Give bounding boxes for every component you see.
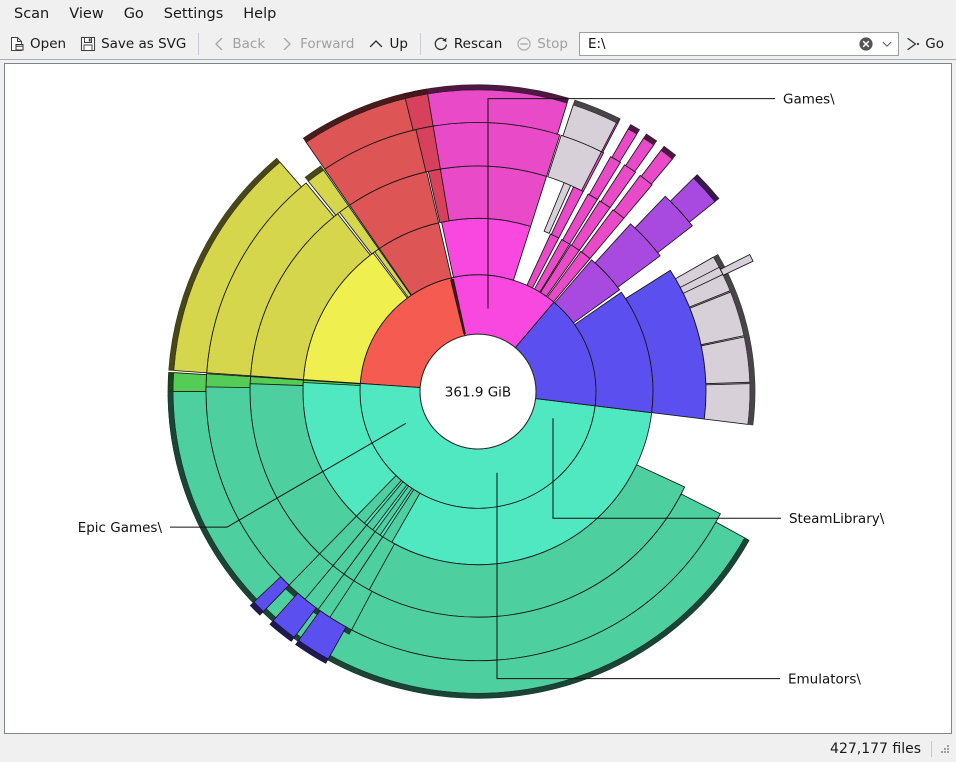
menu-bar: Scan View Go Settings Help: [0, 0, 956, 28]
status-separator: [931, 741, 932, 757]
forward-button-label: Forward: [300, 35, 355, 52]
slice-grey-blade-2[interactable]: [719, 253, 754, 276]
annotation-epicgames: Epic Games\: [78, 521, 163, 536]
chevron-down-icon[interactable]: [878, 34, 896, 54]
chevron-right-icon: [279, 36, 295, 52]
toolbar-separator-2: [419, 32, 421, 55]
back-button[interactable]: Back: [204, 31, 272, 57]
rescan-button[interactable]: Rescan: [426, 31, 509, 57]
annotation-games: Games\: [783, 93, 835, 108]
slice-green-sliver-3[interactable]: [205, 373, 251, 389]
stop-button[interactable]: Stop: [509, 31, 575, 57]
menu-help[interactable]: Help: [233, 1, 286, 27]
resize-grip-icon[interactable]: [938, 742, 952, 756]
file-count-label: 427,177 files: [830, 741, 921, 757]
up-button-label: Up: [389, 35, 408, 52]
sunburst-chart[interactable]: 361.9 GiB Games\ SteamLibrary\ Emulators\ Ep…: [5, 64, 951, 733]
menu-go[interactable]: Go: [114, 1, 154, 27]
open-button[interactable]: Open: [2, 31, 73, 57]
chevron-left-icon: [211, 36, 227, 52]
chevron-up-icon: [368, 36, 384, 52]
toolbar-separator-1: [198, 32, 200, 55]
open-folder-icon: [9, 36, 25, 52]
open-button-label: Open: [30, 35, 67, 52]
go-arrow-icon: [905, 36, 921, 52]
sunburst-canvas[interactable]: 361.9 GiB Games\ SteamLibrary\ Emulators\ Ep…: [4, 63, 952, 734]
path-bar[interactable]: [578, 31, 900, 56]
up-button[interactable]: Up: [361, 31, 414, 57]
save-as-svg-button[interactable]: Save as SVG: [73, 31, 193, 57]
sunburst-slice-rim: [167, 371, 174, 393]
path-input[interactable]: [585, 33, 859, 54]
annotation-emulators: Emulators\: [788, 673, 861, 688]
menu-settings[interactable]: Settings: [154, 1, 233, 27]
back-button-label: Back: [232, 35, 266, 52]
slice-green-sliver-4[interactable]: [172, 372, 207, 394]
save-as-svg-label: Save as SVG: [101, 35, 187, 52]
chart-area: 361.9 GiB Games\ SteamLibrary\ Emulators\ Ep…: [0, 60, 956, 736]
menu-scan[interactable]: Scan: [4, 1, 59, 27]
slice-steam-r2[interactable]: [441, 217, 532, 281]
rescan-button-label: Rescan: [453, 35, 503, 52]
stop-circle-icon: [516, 36, 532, 52]
clear-circle-icon[interactable]: [858, 36, 874, 52]
go-button[interactable]: Go: [901, 31, 952, 57]
forward-button[interactable]: Forward: [272, 31, 361, 57]
refresh-icon: [433, 36, 449, 52]
go-button-label: Go: [925, 35, 944, 52]
status-bar: 427,177 files: [0, 736, 956, 762]
menu-view[interactable]: View: [59, 1, 113, 27]
floppy-disk-icon: [80, 36, 96, 52]
sunburst-center-label: 361.9 GiB: [445, 386, 511, 401]
stop-button-label: Stop: [537, 35, 568, 52]
annotation-steamlibrary: SteamLibrary\: [789, 512, 885, 527]
app-window: Scan View Go Settings Help Open Save as …: [0, 0, 956, 762]
toolbar: Open Save as SVG Back Forward Up Rescan …: [0, 28, 956, 60]
